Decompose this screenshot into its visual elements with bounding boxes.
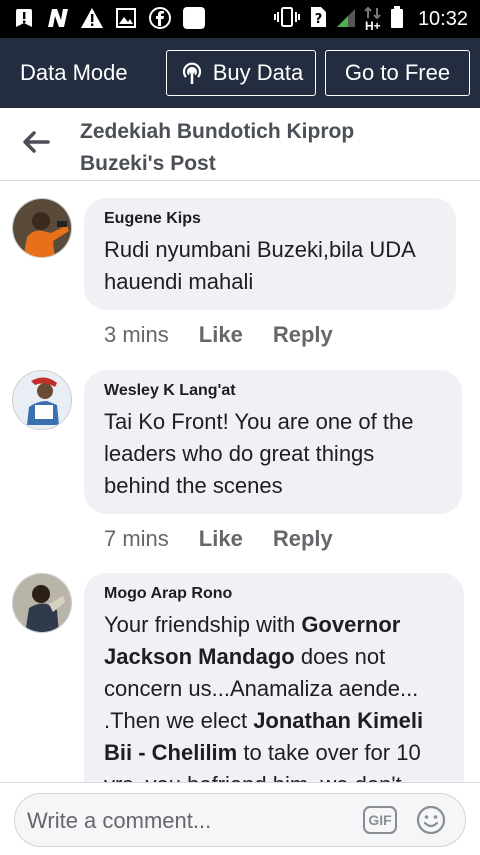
avatar[interactable] — [12, 198, 72, 258]
data-mode-label: Data Mode — [20, 60, 128, 85]
comment-actions: 7 mins Like Reply — [104, 526, 333, 552]
vibrate-icon — [273, 6, 300, 33]
comment-composer: Write a comment... GIF — [0, 782, 480, 855]
warning-icon — [80, 6, 104, 30]
svg-text:?: ? — [315, 12, 323, 27]
status-bar: ? H+ 10:32 — [0, 0, 480, 38]
comment-text: Tai Ko Front! You are one of the leaders… — [104, 409, 414, 498]
image-icon — [114, 6, 138, 30]
no-sim-icon: ? — [308, 6, 328, 33]
emoji-icon[interactable] — [415, 804, 447, 836]
comment-actions: 3 mins Like Reply — [104, 322, 333, 348]
comment-text-part: Your friendship with — [104, 612, 302, 637]
facebook-icon — [148, 6, 172, 30]
comment-author[interactable]: Wesley K Lang'at — [104, 382, 442, 400]
comment-bubble[interactable]: Wesley K Lang'at Tai Ko Front! You are o… — [84, 370, 462, 514]
buy-data-label: Buy Data — [212, 60, 304, 85]
clock: 10:32 — [417, 8, 468, 30]
signal-icon — [336, 6, 356, 33]
battery-icon — [390, 6, 404, 33]
broadcast-icon — [179, 60, 205, 86]
post-header: Zedekiah Bundotich Kiprop Buzeki's Post — [0, 108, 480, 181]
reply-button[interactable]: Reply — [273, 526, 333, 552]
gif-button[interactable]: GIF — [363, 806, 397, 834]
comment-time: 3 mins — [104, 322, 169, 347]
reply-button[interactable]: Reply — [273, 322, 333, 348]
go-to-free-button[interactable]: Go to Free — [325, 50, 470, 96]
go-to-free-label: Go to Free — [344, 60, 451, 85]
app-notification-icon — [182, 6, 206, 30]
title-line-2: Buzeki's Post — [80, 152, 216, 175]
comment-input[interactable]: Write a comment... GIF — [14, 793, 466, 847]
buy-data-button[interactable]: Buy Data — [166, 50, 316, 96]
comment-time: 7 mins — [104, 526, 169, 551]
system-status-icons: ? H+ 10:32 — [273, 6, 468, 33]
like-button[interactable]: Like — [199, 322, 243, 348]
network-type-label: H+ — [364, 18, 381, 33]
comment-author[interactable]: Mogo Arap Rono — [104, 585, 444, 603]
like-button[interactable]: Like — [199, 526, 243, 552]
comment-text: Rudi nyumbani Buzeki,bila UDA hauendi ma… — [104, 237, 415, 294]
notification-icons — [12, 6, 206, 30]
comment-bubble[interactable]: Eugene Kips Rudi nyumbani Buzeki,bila UD… — [84, 198, 456, 310]
comment-author[interactable]: Eugene Kips — [104, 210, 436, 228]
comment-text: Your friendship with Governor Jackson Ma… — [104, 609, 444, 801]
network-type-icon: H+ — [364, 6, 382, 33]
avatar[interactable] — [12, 573, 72, 633]
notification-alert-icon — [12, 6, 36, 30]
comment-input-placeholder: Write a comment... — [27, 808, 212, 833]
opera-n-icon — [46, 6, 70, 30]
title-line-1: Zedekiah Bundotich Kiprop — [80, 120, 355, 143]
back-arrow-icon[interactable] — [20, 126, 52, 158]
gif-label: GIF — [368, 812, 392, 828]
page-title: Zedekiah Bundotich Kiprop Buzeki's Post — [80, 116, 354, 180]
avatar[interactable] — [12, 370, 72, 430]
data-mode-bar: Data Mode Buy Data Go to Free — [0, 38, 480, 108]
